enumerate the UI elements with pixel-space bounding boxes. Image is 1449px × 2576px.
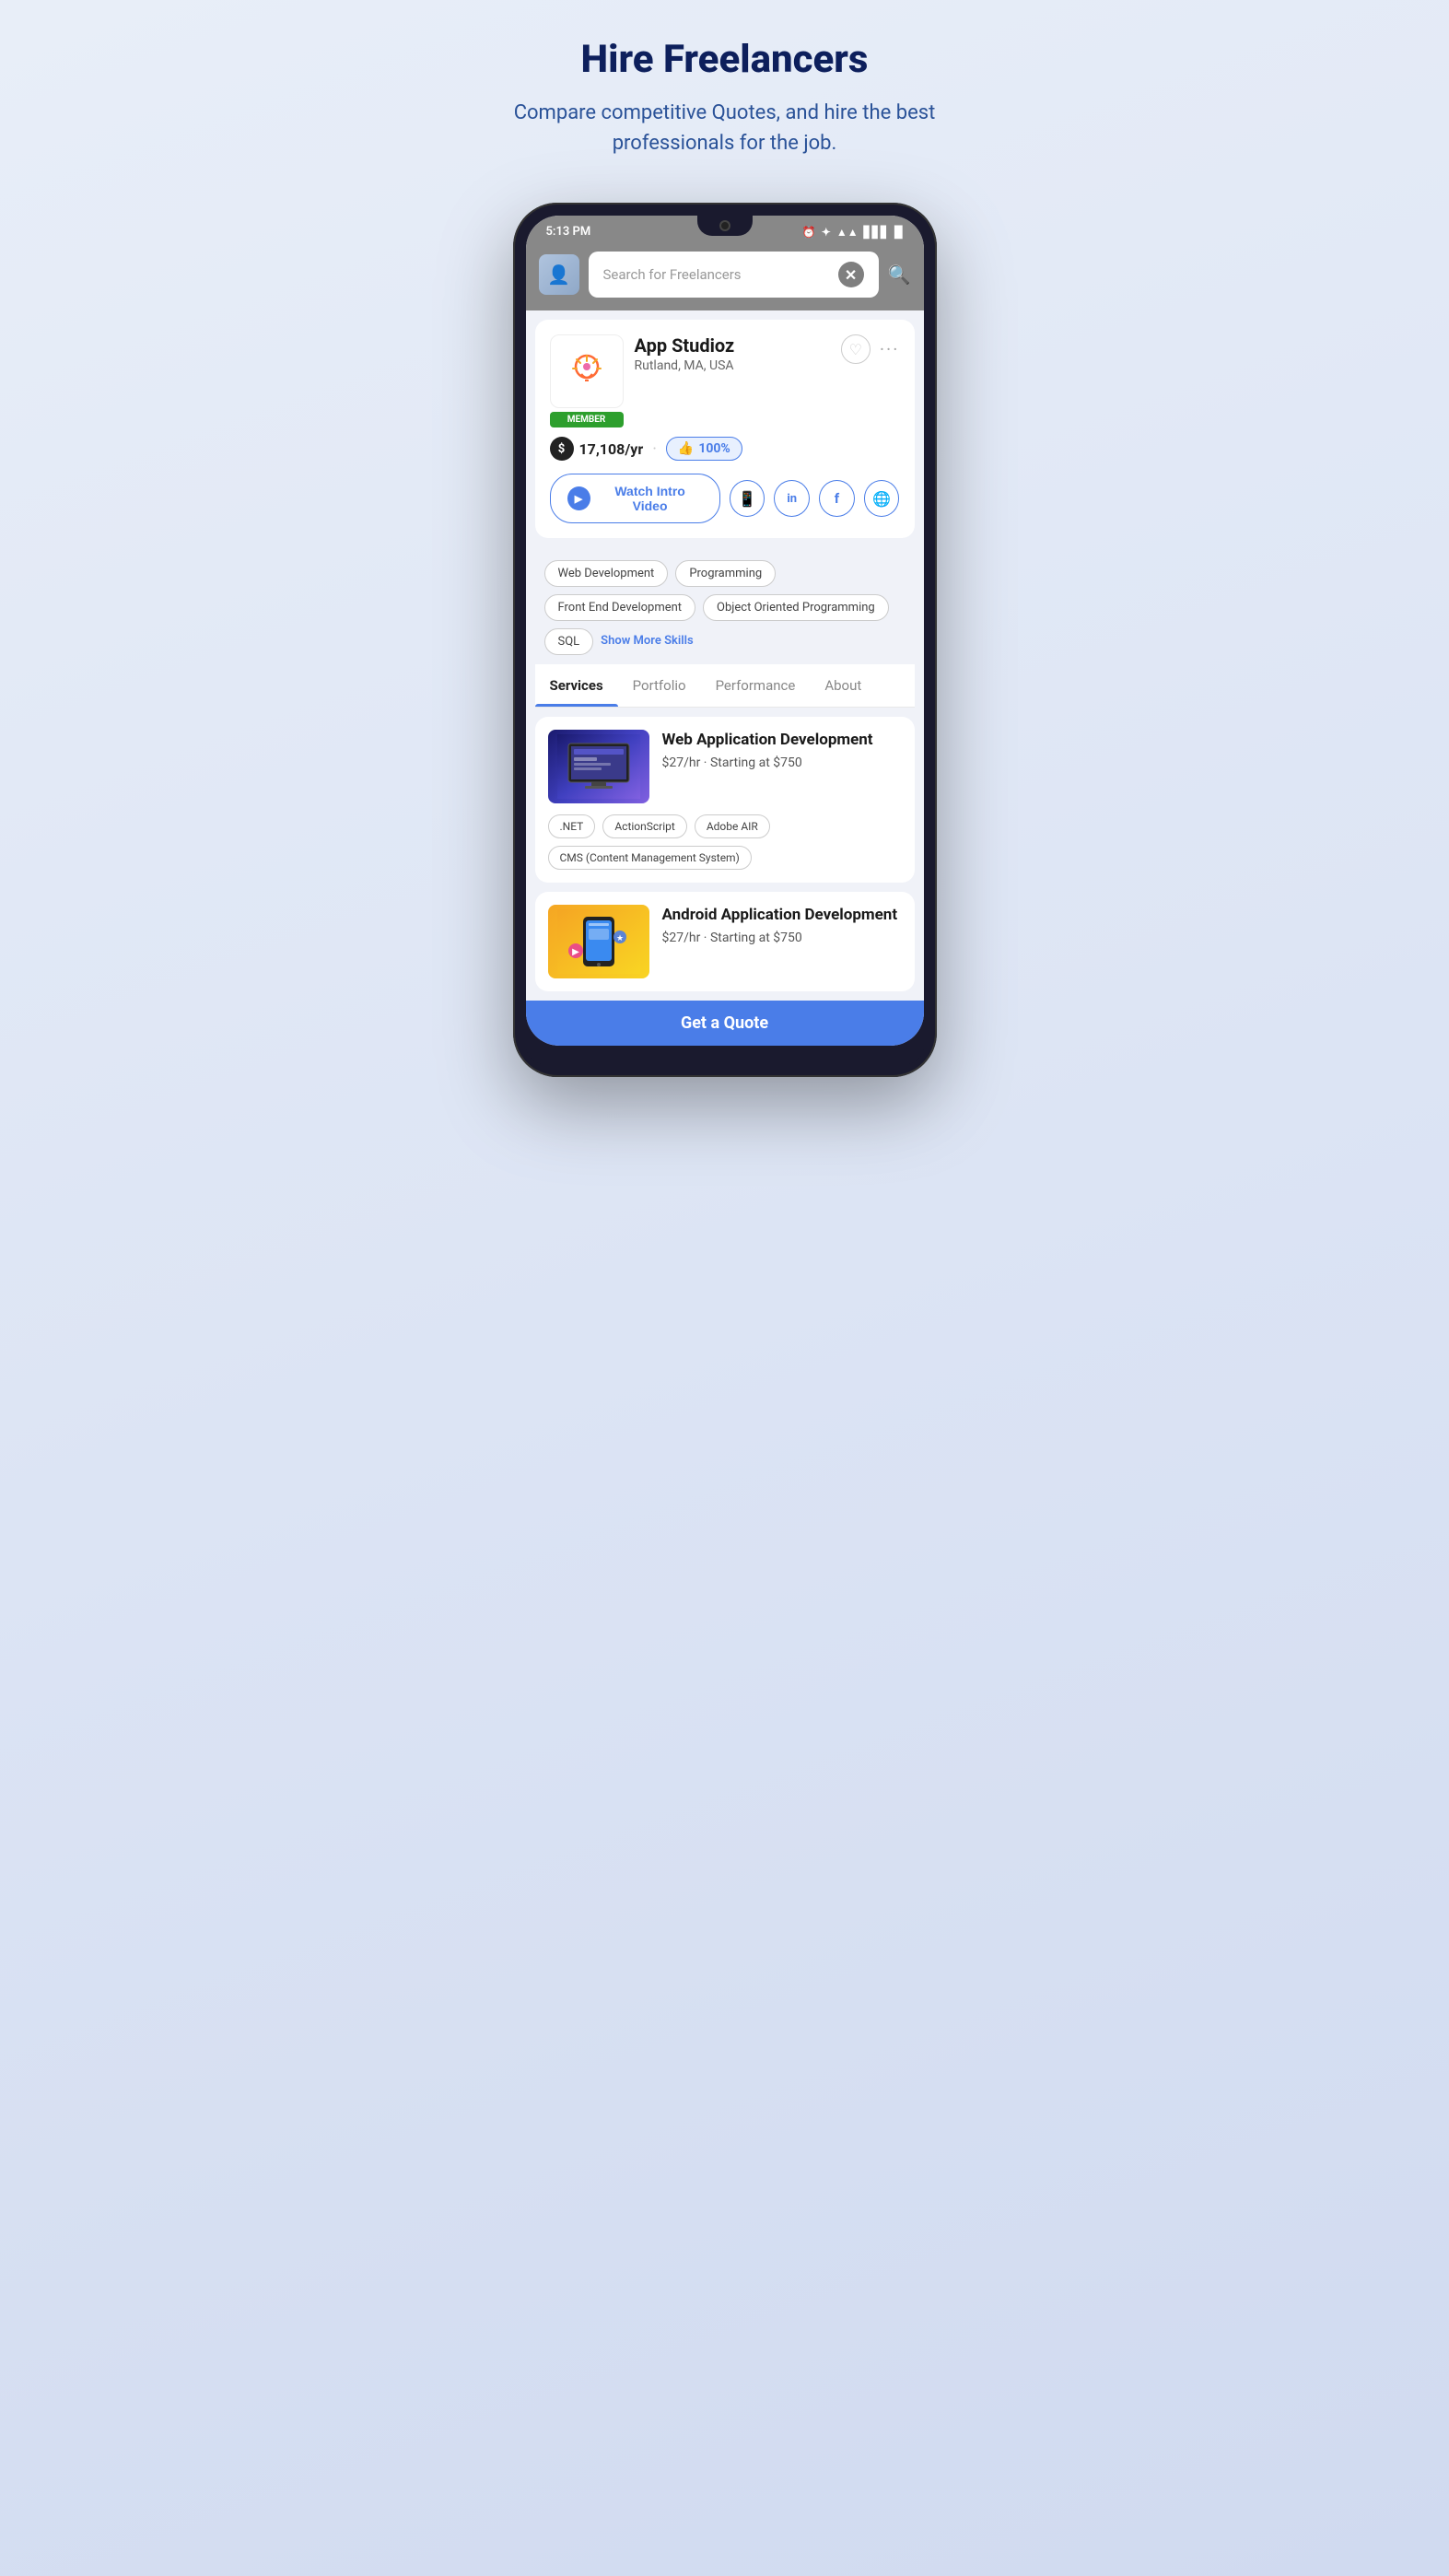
user-avatar[interactable]: 👤 <box>539 254 579 295</box>
globe-icon: 🌐 <box>872 490 891 508</box>
signal-icon: ▋▋▋ <box>864 226 890 239</box>
screen-content: MEMBER App Studioz Rutland, MA, USA ♡ ··… <box>526 310 924 991</box>
watch-video-button[interactable]: ▶ Watch Intro Video <box>550 474 720 523</box>
status-icons: ⏰ ✦ ▲▲ ▋▋▋ ▉ <box>802 226 904 239</box>
more-options-button[interactable]: ··· <box>880 338 900 360</box>
web-thumbnail-image <box>557 734 640 799</box>
service-card-web: Web Application Development $27/hr · Sta… <box>535 717 915 883</box>
profile-logo <box>550 334 624 408</box>
service-tags-web: .NET ActionScript Adobe AIR CMS (Content… <box>548 814 902 870</box>
service-title-web: Web Application Development <box>662 730 902 750</box>
website-button[interactable]: 🌐 <box>864 480 900 517</box>
linkedin-icon: in <box>787 492 797 506</box>
hero-title: Hire Freelancers <box>581 37 869 83</box>
service-title-android: Android Application Development <box>662 905 902 925</box>
cta-label: Get a Quote <box>681 1013 768 1033</box>
phone-bottom-bar <box>526 1046 924 1064</box>
search-icon[interactable]: 🔍 <box>888 263 911 286</box>
profile-stats: $ 17,108/yr · 👍 100% <box>550 437 900 461</box>
service-tag: .NET <box>548 814 596 838</box>
show-more-skills-link[interactable]: Show More Skills <box>601 628 694 655</box>
play-icon: ▶ <box>567 486 590 510</box>
avatar-image: 👤 <box>547 263 570 286</box>
bluetooth-icon: ✦ <box>822 226 831 239</box>
svg-text:▶: ▶ <box>572 947 579 957</box>
profile-name: App Studioz <box>635 334 830 357</box>
service-price-android: $27/hr · Starting at $750 <box>662 931 902 945</box>
search-bar-row: 👤 Search for Freelancers ✕ 🔍 <box>526 244 924 310</box>
close-icon[interactable]: ✕ <box>838 262 864 287</box>
service-price-web: $27/hr · Starting at $750 <box>662 755 902 770</box>
status-bar: 5:13 PM ⏰ ✦ ▲▲ ▋▋▋ ▉ <box>526 216 924 244</box>
member-badge: MEMBER <box>550 412 624 427</box>
tab-about[interactable]: About <box>810 664 876 707</box>
service-tag: ActionScript <box>602 814 686 838</box>
camera <box>719 220 730 231</box>
whatsapp-icon: 📱 <box>738 490 756 508</box>
skill-tag: Front End Development <box>544 594 696 621</box>
status-time: 5:13 PM <box>546 225 591 239</box>
profile-logo-wrap: MEMBER <box>550 334 624 427</box>
action-row: ▶ Watch Intro Video 📱 in f <box>550 474 900 523</box>
service-info-android: Android Application Development $27/hr ·… <box>662 905 902 945</box>
thumbs-up-icon: 👍 <box>678 441 694 456</box>
svg-text:★: ★ <box>615 934 623 943</box>
phone-shell: 5:13 PM ⏰ ✦ ▲▲ ▋▋▋ ▉ 👤 Search for <box>513 203 937 1077</box>
wifi-icon: ▲▲ <box>836 226 859 239</box>
separator: · <box>652 439 657 459</box>
tab-services[interactable]: Services <box>535 664 618 707</box>
rating-badge: 👍 100% <box>666 437 742 461</box>
skills-section: Web Development Programming Front End De… <box>535 547 915 664</box>
service-tag: CMS (Content Management System) <box>548 846 752 870</box>
skills-tags: Web Development Programming Front End De… <box>544 560 906 655</box>
tabs-row: Services Portfolio Performance About <box>535 664 915 708</box>
skill-tag: SQL <box>544 628 594 655</box>
skill-tag: Web Development <box>544 560 669 587</box>
skill-tag: Object Oriented Programming <box>703 594 889 621</box>
favorite-button[interactable]: ♡ <box>841 334 871 364</box>
search-placeholder: Search for Freelancers <box>603 266 742 283</box>
tab-portfolio[interactable]: Portfolio <box>618 664 701 707</box>
watch-video-label: Watch Intro Video <box>598 484 703 513</box>
alarm-icon: ⏰ <box>802 226 816 239</box>
cta-bar[interactable]: Get a Quote <box>526 1001 924 1046</box>
hero-subtitle: Compare competitive Quotes, and hire the… <box>513 98 937 158</box>
rate-value: 17,108/yr <box>579 440 644 458</box>
page-wrapper: Hire Freelancers Compare competitive Quo… <box>476 37 974 1077</box>
service-card-top: Web Application Development $27/hr · Sta… <box>548 730 902 803</box>
service-tag: Adobe AIR <box>695 814 770 838</box>
linkedin-button[interactable]: in <box>774 480 810 517</box>
whatsapp-button[interactable]: 📱 <box>730 480 765 517</box>
service-card-top-android: ▶ ★ Android Application Development $27/… <box>548 905 902 978</box>
profile-card: MEMBER App Studioz Rutland, MA, USA ♡ ··… <box>535 320 915 538</box>
profile-location: Rutland, MA, USA <box>635 358 830 373</box>
notch <box>697 216 753 236</box>
rate-block: $ 17,108/yr <box>550 437 644 461</box>
dollar-icon: $ <box>550 437 574 461</box>
battery-icon: ▉ <box>894 226 903 239</box>
facebook-icon: f <box>835 490 839 507</box>
rating-value: 100% <box>698 441 730 456</box>
profile-actions: ♡ ··· <box>841 334 900 364</box>
facebook-button[interactable]: f <box>819 480 855 517</box>
service-thumbnail-android: ▶ ★ <box>548 905 649 978</box>
phone-screen: 5:13 PM ⏰ ✦ ▲▲ ▋▋▋ ▉ 👤 Search for <box>526 216 924 1046</box>
service-card-android: ▶ ★ Android Application Development $27/… <box>535 892 915 991</box>
search-input[interactable]: Search for Freelancers ✕ <box>589 252 879 298</box>
android-thumbnail-image: ▶ ★ <box>557 909 640 974</box>
service-thumbnail-web <box>548 730 649 803</box>
skill-tag: Programming <box>675 560 776 587</box>
tab-performance[interactable]: Performance <box>701 664 811 707</box>
profile-info: App Studioz Rutland, MA, USA <box>635 334 830 373</box>
service-info-web: Web Application Development $27/hr · Sta… <box>662 730 902 770</box>
company-logo-icon <box>564 348 610 394</box>
profile-top: MEMBER App Studioz Rutland, MA, USA ♡ ··… <box>550 334 900 427</box>
